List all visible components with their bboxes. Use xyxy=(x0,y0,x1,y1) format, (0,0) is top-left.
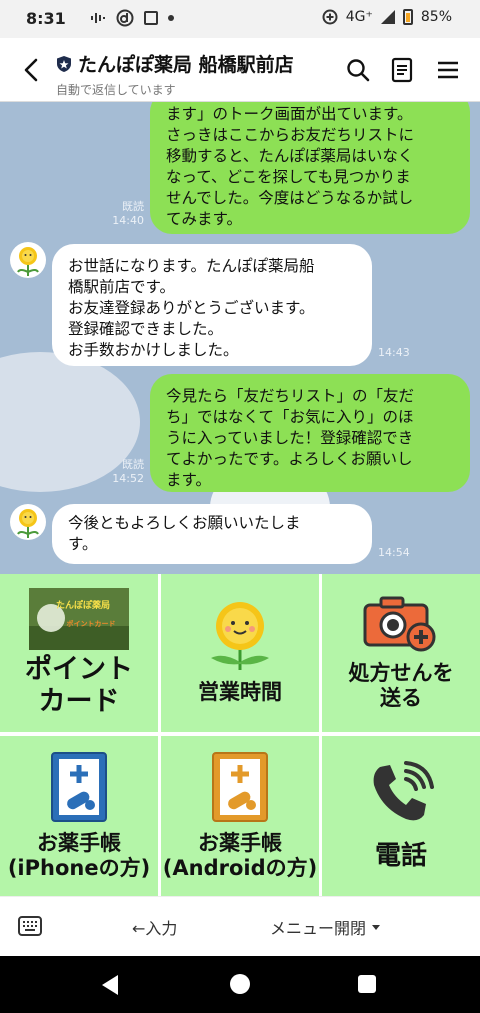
business-hours-label: 営業時間 xyxy=(198,680,282,705)
medicine-notebook-iphone-label: (iPhoneの方) xyxy=(7,856,151,880)
message-bubble-received[interactable]: 今後ともよろしくお願いいたしま す。 xyxy=(52,504,372,564)
message-line: す。 xyxy=(68,535,98,553)
send-prescription-label: 送る xyxy=(380,686,422,710)
message-line: お友達登録ありがとうございます。 xyxy=(68,299,315,317)
point-card-image-icon: たんぽぽ薬局 ポイントカード xyxy=(29,587,129,650)
nav-recents-icon[interactable] xyxy=(358,975,376,993)
avatar[interactable] xyxy=(10,242,46,278)
nav-back-icon[interactable] xyxy=(102,975,118,995)
status-right: 4G⁺ 85% xyxy=(322,9,452,25)
message-time: 14:54 xyxy=(378,546,410,559)
point-card-image-title: たんぽぽ薬局 xyxy=(56,599,110,611)
avatar[interactable] xyxy=(10,504,46,540)
point-card-image-subtitle: ポイントカード xyxy=(67,619,116,628)
medicine-notebook-android-label: お薬手帳 xyxy=(198,830,282,855)
medicine-notebook-android-tile[interactable]: お薬手帳 (Androidの方) xyxy=(161,736,319,896)
rich-menu: たんぽぽ薬局 ポイントカード ポイント カード 営業時間 処方せんを 送る お薬… xyxy=(0,574,480,896)
battery-level: 85% xyxy=(420,9,452,25)
dandelion-avatar-icon xyxy=(17,509,39,538)
screenshot-icon xyxy=(144,11,158,25)
message-line: 今見たら「友だちリスト」の「友だ xyxy=(166,387,415,405)
medicine-notebook-android-label: (Androidの方) xyxy=(162,856,318,880)
message-time: 14:52 xyxy=(112,472,144,485)
medicine-notebook-blue-icon xyxy=(51,751,107,822)
message-meta: 既読 14:52 xyxy=(108,458,144,486)
message-line: なって、どこを探しても見つかりま xyxy=(166,168,411,186)
official-badge-icon xyxy=(57,55,71,72)
chat-title-block: たんぽぽ薬局 船橋駅前店 自動で返信しています xyxy=(56,50,294,98)
status-time: 8:31 xyxy=(26,9,66,28)
message-time: 14:40 xyxy=(112,214,144,227)
notes-icon[interactable] xyxy=(388,56,416,84)
dandelion-flower-icon xyxy=(211,602,269,671)
message-line: さっきはここからお友だちリストに xyxy=(166,126,415,144)
battery-icon xyxy=(402,9,413,25)
network-type: 4G⁺ xyxy=(345,9,373,25)
message-line: お世話になります。たんぽぽ薬局船 xyxy=(68,257,315,275)
caret-down-icon xyxy=(372,924,381,930)
signal-icon xyxy=(380,10,395,24)
search-icon[interactable] xyxy=(344,56,372,84)
voicemail-icon xyxy=(91,13,105,23)
keyboard-icon[interactable] xyxy=(18,915,42,937)
nav-home-icon[interactable] xyxy=(230,974,250,994)
read-receipt: 既読 xyxy=(122,200,144,213)
message-bubble-received[interactable]: お世話になります。たんぽぽ薬局船 橋駅前店です。 お友達登録ありがとうございます… xyxy=(52,244,372,366)
medicine-notebook-orange-icon xyxy=(212,751,268,822)
notification-dot-icon xyxy=(168,15,174,21)
business-hours-tile[interactable]: 営業時間 xyxy=(161,574,319,732)
message-line: てみます。 xyxy=(166,210,242,228)
phone-call-tile[interactable]: 電話 xyxy=(322,736,480,896)
phone-call-label: 電話 xyxy=(374,841,427,872)
status-bar: 8:31 4G⁺ 85% xyxy=(0,0,480,38)
message-meta: 既読 14:40 xyxy=(108,200,144,228)
chat-title: たんぽぽ薬局 船橋駅前店 xyxy=(56,50,294,77)
message-line: てよかったです。よろしくお願いし xyxy=(166,450,413,468)
phone-icon xyxy=(373,761,434,821)
point-card-label: カード xyxy=(38,686,120,717)
input-bar: ←入力 メニュー開閉 xyxy=(0,896,480,956)
medicine-notebook-iphone-label: お薬手帳 xyxy=(37,830,121,855)
point-card-label: ポイント xyxy=(25,653,133,685)
message-line: ます。 xyxy=(166,471,211,489)
chat-subtitle: 自動で返信しています xyxy=(56,83,176,97)
chat-area[interactable]: ます」のトーク画面が出ています。 さっきはここからお友だちリストに 移動すると、… xyxy=(0,102,480,574)
medicine-notebook-iphone-tile[interactable]: お薬手帳 (iPhoneの方) xyxy=(0,736,158,896)
hamburger-icon[interactable] xyxy=(434,56,462,84)
chevron-left-icon[interactable] xyxy=(18,54,46,86)
data-saver-icon xyxy=(322,9,338,25)
message-bubble-sent[interactable]: ます」のトーク画面が出ています。 さっきはここからお友だちリストに 移動すると、… xyxy=(150,102,470,234)
message-line: お手数おかけしました。 xyxy=(68,341,239,359)
system-nav-bar xyxy=(0,956,480,1013)
message-line: 登録確認できました。 xyxy=(68,320,224,338)
message-line: せんでした。今度はどうなるか試し xyxy=(166,189,414,207)
point-card-tile[interactable]: たんぽぽ薬局 ポイントカード ポイント カード xyxy=(0,574,158,732)
message-line: ち」ではなくて「お気に入り」のほ xyxy=(166,408,414,426)
message-line: 移動すると、たんぽぽ薬局はいなく xyxy=(166,147,414,165)
send-prescription-label: 処方せんを xyxy=(348,660,454,685)
menu-toggle-label: メニュー開閉 xyxy=(270,919,367,938)
chat-header: たんぽぽ薬局 船橋駅前店 自動で返信しています xyxy=(0,38,480,102)
dandelion-avatar-icon xyxy=(17,247,39,276)
message-line: 橋駅前店です。 xyxy=(68,278,175,296)
input-hint-label[interactable]: ←入力 xyxy=(132,915,177,939)
message-line: 今後ともよろしくお願いいたしま xyxy=(68,514,301,532)
status-left-icons xyxy=(90,9,174,27)
app-d-icon xyxy=(116,9,134,27)
send-prescription-tile[interactable]: 処方せんを 送る xyxy=(322,574,480,732)
message-line: ます」のトーク画面が出ています。 xyxy=(166,105,413,123)
menu-toggle-button[interactable]: メニュー開閉 xyxy=(270,915,381,939)
read-receipt: 既読 xyxy=(122,458,144,471)
message-line: うに入っていました！登録確認でき xyxy=(166,429,414,447)
chat-title-text: たんぽぽ薬局 船橋駅前店 xyxy=(78,54,294,76)
message-bubble-sent[interactable]: 今見たら「友だちリスト」の「友だ ち」ではなくて「お気に入り」のほ うに入ってい… xyxy=(150,374,470,492)
message-time: 14:43 xyxy=(378,346,410,359)
camera-plus-icon xyxy=(363,596,436,652)
